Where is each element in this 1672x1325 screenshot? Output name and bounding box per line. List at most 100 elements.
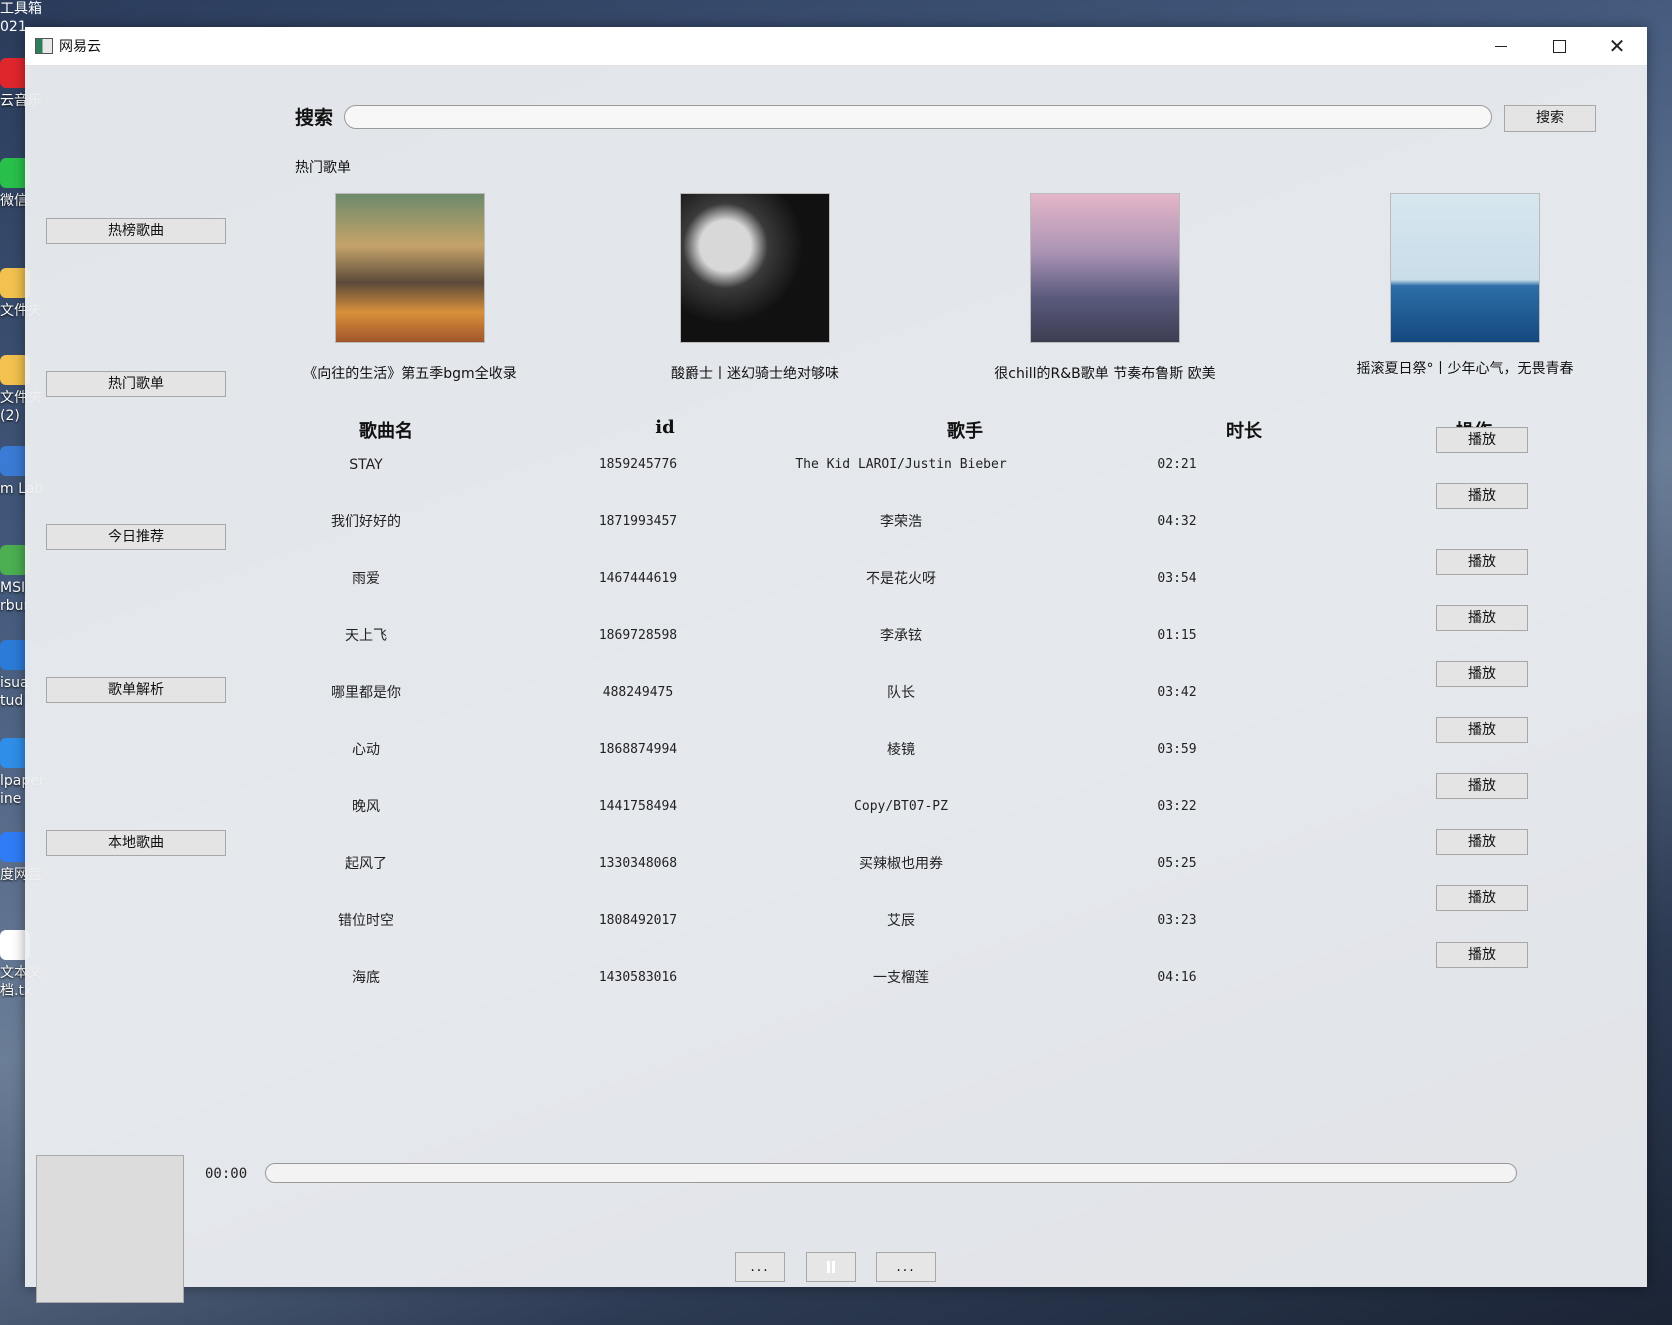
close-icon: ✕ <box>1608 34 1626 58</box>
title-bar: 网易云 ✕ <box>25 27 1647 66</box>
play-button[interactable]: 播放 <box>1436 427 1528 453</box>
song-id-cell: 1330348068 <box>598 856 678 871</box>
duration-cell: 02:21 <box>1157 457 1197 472</box>
pause-icon <box>826 1261 836 1273</box>
artist-cell: 棱镜 <box>887 742 915 758</box>
table-row: 我们好好的 1871993457 李荣浩 04:32 <box>25 507 1647 537</box>
song-id-cell: 1859245776 <box>598 457 678 472</box>
song-name-cell: 我们好好的 <box>331 514 401 530</box>
search-input[interactable] <box>344 105 1492 129</box>
artist-cell: Copy/BT07-PZ <box>854 799 948 814</box>
duration-cell: 04:16 <box>1157 970 1197 985</box>
playlist-cover[interactable] <box>1390 193 1540 343</box>
duration-cell: 03:42 <box>1157 685 1197 700</box>
song-name-cell: STAY <box>349 457 383 473</box>
column-header-duration: 时长 <box>1226 421 1262 442</box>
column-header-artist: 歌手 <box>947 421 983 442</box>
song-name-cell: 海底 <box>352 970 380 986</box>
playlist-card[interactable]: 很chill的R&B歌单 节奏布鲁斯 欧美 <box>975 193 1235 383</box>
song-id-cell: 1467444619 <box>598 571 678 586</box>
artist-cell: The Kid LAROI/Justin Bieber <box>795 457 1007 472</box>
song-name-cell: 雨爱 <box>352 571 380 587</box>
duration-cell: 03:23 <box>1157 913 1197 928</box>
play-button[interactable]: 播放 <box>1436 829 1528 855</box>
play-button[interactable]: 播放 <box>1436 942 1528 968</box>
play-button[interactable]: 播放 <box>1436 717 1528 743</box>
artist-cell: 队长 <box>887 685 915 701</box>
desktop-toolbox-label: 工具箱 <box>0 1 42 17</box>
artist-cell: 李荣浩 <box>880 514 922 530</box>
table-row: 雨爱 1467444619 不是花火呀 03:54 <box>25 564 1647 594</box>
current-time: 00:00 <box>205 1166 248 1182</box>
duration-cell: 03:54 <box>1157 571 1197 586</box>
table-row: STAY 1859245776 The Kid LAROI/Justin Biebe… <box>25 450 1647 480</box>
table-row: 心动 1868874994 棱镜 03:59 <box>25 735 1647 765</box>
main-content: 热榜歌曲 热门歌单 今日推荐 歌单解析 本地歌曲 搜索 搜索 热门歌单 《向往的… <box>25 65 1647 1303</box>
playlist-cover[interactable] <box>1030 193 1180 343</box>
song-id-cell: 488249475 <box>602 685 674 700</box>
artist-cell: 一支榴莲 <box>873 970 929 986</box>
table-row: 天上飞 1869728598 李承铉 01:15 <box>25 621 1647 651</box>
song-name-cell: 晚风 <box>352 799 380 815</box>
column-header-song-name: 歌曲名 <box>359 421 413 442</box>
next-button[interactable]: ... <box>876 1252 936 1282</box>
minimize-button[interactable] <box>1473 27 1529 65</box>
song-id-cell: 1871993457 <box>598 514 678 529</box>
artist-cell: 买辣椒也用券 <box>859 856 943 872</box>
search-button[interactable]: 搜索 <box>1504 105 1596 132</box>
playlist-cover[interactable] <box>335 193 485 343</box>
song-name-cell: 心动 <box>352 742 380 758</box>
song-name-cell: 天上飞 <box>345 628 387 644</box>
app-window: 网易云 ✕ 热榜歌曲 热门歌单 今日推荐 歌单解析 本地歌曲 搜索 搜索 热门歌… <box>25 27 1647 1303</box>
duration-cell: 04:32 <box>1157 514 1197 529</box>
minimize-icon <box>1495 45 1507 47</box>
sidebar-item-hot-songs[interactable]: 热榜歌曲 <box>46 218 226 244</box>
play-button[interactable]: 播放 <box>1436 661 1528 687</box>
song-name-cell: 哪里都是你 <box>331 685 401 701</box>
song-id-cell: 1868874994 <box>598 742 678 757</box>
artist-cell: 李承铉 <box>880 628 922 644</box>
duration-cell: 05:25 <box>1157 856 1197 871</box>
column-header-id: id <box>655 417 675 438</box>
song-id-cell: 1441758494 <box>598 799 678 814</box>
duration-cell: 03:22 <box>1157 799 1197 814</box>
play-button[interactable]: 播放 <box>1436 549 1528 575</box>
maximize-icon <box>1552 39 1566 53</box>
song-id-cell: 1869728598 <box>598 628 678 643</box>
song-id-cell: 1430583016 <box>598 970 678 985</box>
song-id-cell: 1808492017 <box>598 913 678 928</box>
close-button[interactable]: ✕ <box>1589 27 1645 65</box>
playlist-cover[interactable] <box>680 193 830 343</box>
table-row: 起风了 1330348068 买辣椒也用券 05:25 <box>25 849 1647 879</box>
playlist-title: 酸爵士丨迷幻骑士绝对够味 <box>671 366 839 382</box>
song-name-cell: 起风了 <box>345 856 387 872</box>
artist-cell: 不是花火呀 <box>866 571 936 587</box>
play-button[interactable]: 播放 <box>1436 605 1528 631</box>
now-playing-cover <box>36 1155 184 1303</box>
table-row: 晚风 1441758494 Copy/BT07-PZ 03:22 <box>25 792 1647 822</box>
search-label: 搜索 <box>295 107 334 129</box>
play-button[interactable]: 播放 <box>1436 885 1528 911</box>
table-row: 错位时空 1808492017 艾辰 03:23 <box>25 906 1647 936</box>
hot-playlists-heading: 热门歌单 <box>295 160 351 176</box>
duration-cell: 01:15 <box>1157 628 1197 643</box>
progress-bar[interactable] <box>265 1163 1517 1183</box>
play-button[interactable]: 播放 <box>1436 773 1528 799</box>
playlist-title: 摇滚夏日祭°丨少年心气，无畏青春 <box>1356 361 1574 377</box>
table-row: 哪里都是你 488249475 队长 03:42 <box>25 678 1647 708</box>
play-button[interactable]: 播放 <box>1436 483 1528 509</box>
playlist-card[interactable]: 《向往的生活》第五季bgm全收录 <box>280 193 540 383</box>
playlist-card[interactable]: 酸爵士丨迷幻骑士绝对够味 <box>625 193 885 383</box>
pause-button[interactable] <box>806 1252 856 1282</box>
song-name-cell: 错位时空 <box>338 913 394 929</box>
window-title: 网易云 <box>59 39 101 55</box>
duration-cell: 03:59 <box>1157 742 1197 757</box>
playlist-title: 很chill的R&B歌单 节奏布鲁斯 欧美 <box>994 366 1216 382</box>
maximize-button[interactable] <box>1531 27 1587 65</box>
sidebar-item-hot-playlists[interactable]: 热门歌单 <box>46 371 226 397</box>
playlist-title: 《向往的生活》第五季bgm全收录 <box>303 366 517 382</box>
artist-cell: 艾辰 <box>887 913 915 929</box>
app-icon <box>35 38 53 54</box>
previous-button[interactable]: ... <box>735 1252 785 1282</box>
playlist-card[interactable]: 摇滚夏日祭°丨少年心气，无畏青春 <box>1335 188 1595 378</box>
